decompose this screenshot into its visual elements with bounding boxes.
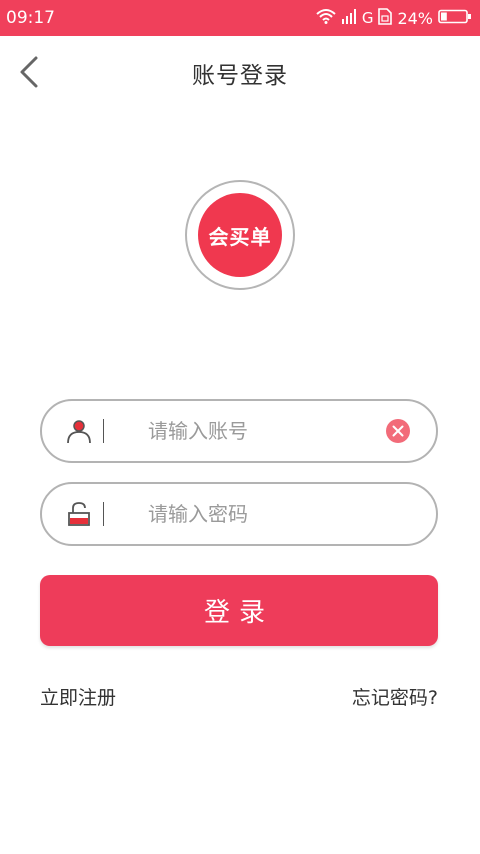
field-divider [103, 502, 104, 526]
status-time: 09:17 [6, 8, 55, 28]
user-icon [66, 418, 92, 444]
status-icons: G 24% [311, 7, 472, 29]
battery-percent: 24% [397, 8, 433, 28]
lock-icon [66, 501, 92, 527]
clear-icon[interactable] [386, 419, 410, 443]
signal-icon [341, 8, 357, 28]
password-input[interactable] [148, 494, 368, 534]
page-title: 账号登录 [192, 63, 288, 89]
battery-icon [438, 9, 472, 28]
register-link[interactable]: 立即注册 [40, 683, 116, 710]
login-button[interactable]: 登录 [40, 575, 438, 646]
field-divider [103, 419, 104, 443]
forgot-password-link[interactable]: 忘记密码? [352, 683, 438, 710]
account-input[interactable] [148, 411, 368, 451]
network-type: G [361, 9, 374, 27]
sim-icon [378, 7, 393, 29]
app-logo: 会买单 [185, 180, 295, 290]
account-field[interactable] [40, 399, 438, 463]
nav-bar: 账号登录 [0, 36, 480, 106]
wifi-icon [316, 8, 336, 28]
password-field[interactable] [40, 482, 438, 546]
status-bar: 09:17 G 24% [0, 0, 480, 36]
logo-text: 会买单 [198, 193, 282, 277]
